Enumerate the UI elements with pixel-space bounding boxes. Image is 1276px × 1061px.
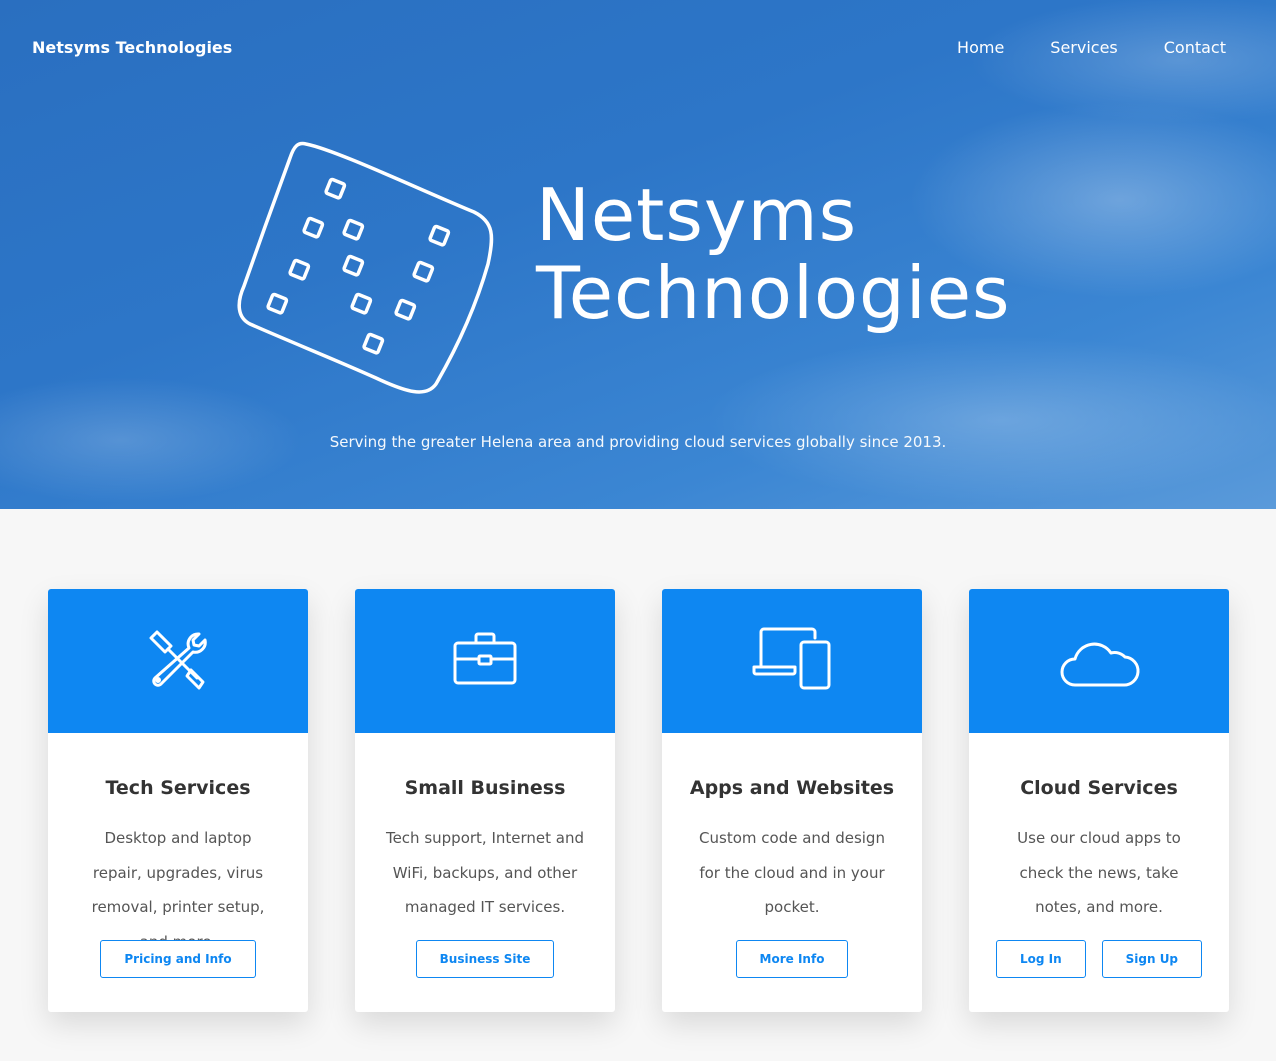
nav-link-home[interactable]: Home	[957, 38, 1004, 57]
card-title: Cloud Services	[1020, 777, 1178, 799]
top-nav: Home Services Contact	[957, 38, 1226, 57]
cloud-icon	[1057, 629, 1141, 693]
nav-brand-link[interactable]: Netsyms Technologies	[32, 38, 232, 57]
log-in-button[interactable]: Log In	[995, 940, 1086, 978]
pricing-and-info-button[interactable]: Pricing and Info	[100, 940, 256, 978]
card-body: Small Business Tech support, Internet an…	[355, 733, 615, 1012]
nav-link-contact[interactable]: Contact	[1164, 38, 1226, 57]
card-description: Tech support, Internet and WiFi, backups…	[385, 829, 585, 916]
card-header	[48, 589, 308, 733]
hero-title-line-2: Technologies	[536, 251, 1011, 335]
tools-icon	[145, 626, 211, 696]
card-description: Desktop and laptop repair, upgrades, vir…	[91, 829, 265, 951]
hero-banner: Netsyms Technologies Home Services Conta…	[0, 0, 1276, 509]
sign-up-button[interactable]: Sign Up	[1101, 940, 1203, 978]
card-body: Tech Services Desktop and laptop repair,…	[48, 733, 308, 1012]
card-button-row: Pricing and Info	[48, 940, 308, 978]
card-header	[662, 589, 922, 733]
card-description: Custom code and design for the cloud and…	[699, 829, 885, 916]
hero-tagline: Serving the greater Helena area and prov…	[329, 433, 947, 451]
nav-link-services[interactable]: Services	[1050, 38, 1117, 57]
card-body: Cloud Services Use our cloud apps to che…	[969, 733, 1229, 1012]
more-info-button[interactable]: More Info	[735, 940, 849, 978]
service-cards: Tech Services Desktop and laptop repair,…	[48, 589, 1229, 1012]
card-header	[355, 589, 615, 733]
netsyms-logo-icon	[236, 136, 498, 398]
card-title: Apps and Websites	[689, 777, 895, 799]
card-header	[969, 589, 1229, 733]
card-button-row: Business Site	[355, 940, 615, 978]
hero-title: Netsyms Technologies	[536, 176, 1011, 332]
devices-icon	[751, 626, 833, 696]
briefcase-icon	[452, 629, 518, 693]
card-tech-services: Tech Services Desktop and laptop repair,…	[48, 589, 308, 1012]
card-button-row: More Info	[662, 940, 922, 978]
card-button-row: Log In Sign Up	[969, 940, 1229, 978]
card-title: Tech Services	[105, 777, 251, 799]
card-cloud-services: Cloud Services Use our cloud apps to che…	[969, 589, 1229, 1012]
hero-title-line-1: Netsyms	[536, 173, 858, 257]
card-title: Small Business	[404, 777, 566, 799]
card-small-business: Small Business Tech support, Internet an…	[355, 589, 615, 1012]
card-description: Use our cloud apps to check the news, ta…	[1017, 829, 1181, 916]
card-body: Apps and Websites Custom code and design…	[662, 733, 922, 1012]
card-apps-and-websites: Apps and Websites Custom code and design…	[662, 589, 922, 1012]
business-site-button[interactable]: Business Site	[415, 940, 555, 978]
